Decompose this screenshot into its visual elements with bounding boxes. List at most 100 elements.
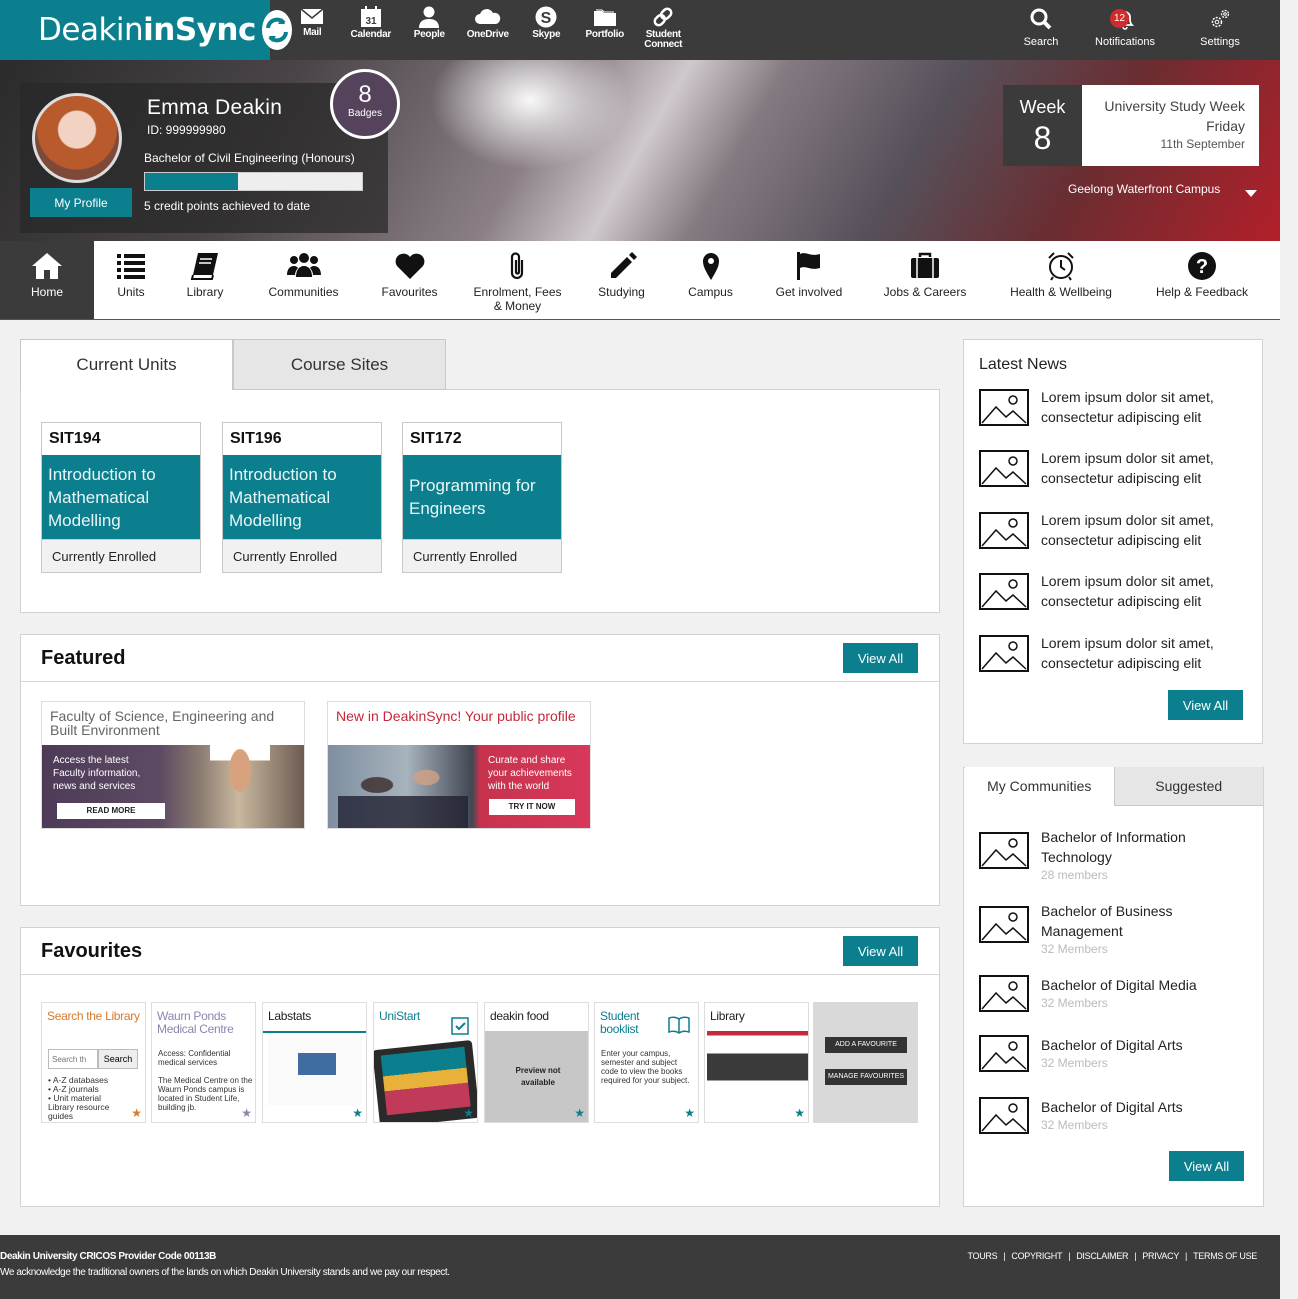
community-item[interactable]: Bachelor of Digital Media 32 Members — [979, 975, 1241, 1012]
app-portfolio[interactable]: Portfolio — [576, 6, 635, 50]
svg-text:S: S — [541, 10, 552, 27]
app-mail[interactable]: Mail — [283, 6, 342, 50]
news-item[interactable]: Lorem ipsum dolor sit amet, consectetur … — [979, 387, 1241, 427]
news-item[interactable]: Lorem ipsum dolor sit amet, consectetur … — [979, 571, 1241, 611]
flag-icon — [797, 252, 820, 280]
unit-status: Currently Enrolled — [403, 539, 561, 572]
search-button[interactable]: Search — [1011, 8, 1071, 48]
unit-code: SIT196 — [230, 430, 282, 447]
community-item[interactable]: Bachelor of Digital Arts 32 Members — [979, 1035, 1241, 1072]
star-icon[interactable]: ★ — [131, 1106, 142, 1120]
nav-jobs-careers[interactable]: Jobs & Careers — [859, 241, 991, 319]
featured-faculty-banner[interactable]: Faculty of Science, Engineering and Buil… — [41, 701, 305, 829]
star-icon[interactable]: ★ — [241, 1106, 252, 1120]
communities-view-all-button[interactable]: View All — [1169, 1151, 1244, 1181]
footer-link-copyright[interactable]: COPYRIGHT — [1011, 1251, 1062, 1261]
footer-link-privacy[interactable]: PRIVACY — [1142, 1251, 1179, 1261]
settings-button[interactable]: Settings — [1184, 8, 1256, 48]
news-view-all-button[interactable]: View All — [1168, 690, 1243, 720]
favourite-labstats[interactable]: Labstats ★ — [262, 1002, 367, 1123]
try-it-now-button[interactable]: TRY IT NOW — [489, 799, 575, 815]
community-item[interactable]: Bachelor of Information Technology 28 mem… — [979, 827, 1241, 884]
nav-home[interactable]: Home — [0, 241, 94, 319]
footer-link-tours[interactable]: TOURS — [967, 1251, 997, 1261]
read-more-button[interactable]: READ MORE — [57, 803, 165, 819]
featured-view-all-button[interactable]: View All — [843, 643, 918, 673]
featured-profile-banner[interactable]: New in DeakinSync! Your public profile C… — [327, 701, 591, 829]
help-icon: ? — [1188, 252, 1216, 280]
tab-current-units[interactable]: Current Units — [20, 339, 233, 390]
nav-campus[interactable]: Campus — [662, 241, 759, 319]
app-onedrive[interactable]: OneDrive — [459, 6, 518, 50]
member-count: 28 members — [1041, 868, 1108, 882]
favourite-library[interactable]: Library ★ — [704, 1002, 809, 1123]
favourite-search-library[interactable]: Search the Library Search • A-Z database… — [41, 1002, 146, 1123]
unit-card[interactable]: SIT172 Programming for Engineers Current… — [402, 422, 562, 573]
deakinsync-logo[interactable]: DeakininSync — [0, 0, 292, 60]
week-indicator: Week 8 University Study Week Friday 11th… — [1003, 85, 1259, 166]
svg-text:?: ? — [1196, 256, 1208, 278]
news-item[interactable]: Lorem ipsum dolor sit amet, consectetur … — [979, 633, 1241, 673]
badges-counter[interactable]: 8 Badges — [330, 69, 400, 139]
unit-status: Currently Enrolled — [223, 539, 381, 572]
app-skype[interactable]: S Skype — [517, 6, 576, 50]
library-search-button[interactable]: Search — [98, 1049, 138, 1069]
member-count: 32 Members — [1041, 1056, 1108, 1070]
person-icon — [419, 6, 440, 28]
tab-course-sites[interactable]: Course Sites — [233, 339, 446, 390]
image-placeholder-icon — [979, 1035, 1029, 1072]
nav-favourites[interactable]: Favourites — [365, 241, 454, 319]
nav-library[interactable]: Library — [168, 241, 242, 319]
community-item[interactable]: Bachelor of Digital Arts 32 Members — [979, 1097, 1241, 1134]
favourite-medical-centre[interactable]: Waurn Ponds Medical Centre Access: Confi… — [151, 1002, 256, 1123]
app-launcher: Mail 31 Calendar People OneDrive S Skype… — [283, 6, 693, 50]
community-item[interactable]: Bachelor of Business Management 32 Member… — [979, 901, 1241, 958]
news-item[interactable]: Lorem ipsum dolor sit amet, consectetur … — [979, 510, 1241, 550]
top-bar: DeakininSync Mail 31 Calendar People One… — [0, 0, 1280, 60]
study-period: University Study Week — [1104, 98, 1245, 114]
app-student-connect[interactable]: Student Connect — [634, 6, 693, 50]
star-icon[interactable]: ★ — [463, 1106, 474, 1120]
nav-communities[interactable]: Communities — [242, 241, 365, 319]
unit-title: Introduction to Mathematical Modelling — [42, 455, 200, 539]
favourite-unistart[interactable]: UniStart ★ — [373, 1002, 478, 1123]
library-search-input[interactable] — [48, 1049, 98, 1069]
nav-studying[interactable]: Studying — [581, 241, 662, 319]
member-count: 32 Members — [1041, 942, 1108, 956]
star-icon[interactable]: ★ — [352, 1106, 363, 1120]
profile-banner-image: Curate and share your achievements with … — [328, 745, 590, 828]
footer-link-disclaimer[interactable]: DISCLAIMER — [1076, 1251, 1128, 1261]
divider — [21, 681, 939, 682]
labstats-screenshot — [268, 1035, 362, 1105]
unit-card[interactable]: SIT196 Introduction to Mathematical Mode… — [222, 422, 382, 573]
nav-units[interactable]: Units — [94, 241, 168, 319]
nav-help-feedback[interactable]: ? Help & Feedback — [1131, 241, 1273, 319]
acknowledgement: We acknowledge the traditional owners of… — [0, 1267, 450, 1278]
app-calendar[interactable]: 31 Calendar — [342, 6, 401, 50]
nav-get-involved[interactable]: Get involved — [759, 241, 859, 319]
chevron-down-icon[interactable] — [1245, 190, 1257, 197]
notifications-button[interactable]: 12 Notifications — [1072, 8, 1178, 48]
campus-selector[interactable]: Geelong Waterfront Campus — [1068, 182, 1220, 196]
app-people[interactable]: People — [400, 6, 459, 50]
nav-health-wellbeing[interactable]: Health & Wellbeing — [991, 241, 1131, 319]
home-icon — [32, 253, 62, 279]
add-favourite-button[interactable]: ADD A FAVOURITE — [825, 1037, 907, 1053]
footer-links: TOURS | COPYRIGHT | DISCLAIMER | PRIVACY | T… — [967, 1251, 1257, 1261]
star-icon[interactable]: ★ — [574, 1106, 585, 1120]
tab-my-communities[interactable]: My Communities — [965, 767, 1115, 806]
favourite-deakin-food[interactable]: deakin food Preview not available ★ — [484, 1002, 589, 1123]
image-placeholder-icon — [979, 572, 1029, 610]
manage-favourites-button[interactable]: MANAGE FAVOURITES — [825, 1069, 907, 1085]
image-placeholder-icon — [979, 906, 1029, 943]
favourites-view-all-button[interactable]: View All — [843, 936, 918, 966]
nav-enrolment[interactable]: Enrolment, Fees & Money — [454, 241, 581, 319]
my-profile-button[interactable]: My Profile — [30, 188, 132, 217]
favourite-student-booklist[interactable]: Student booklist Enter your campus, seme… — [594, 1002, 699, 1123]
footer-link-terms[interactable]: TERMS OF USE — [1193, 1251, 1257, 1261]
star-icon[interactable]: ★ — [794, 1106, 805, 1120]
tab-suggested[interactable]: Suggested — [1114, 767, 1263, 806]
star-icon[interactable]: ★ — [684, 1106, 695, 1120]
news-item[interactable]: Lorem ipsum dolor sit amet, consectetur … — [979, 448, 1241, 488]
unit-card[interactable]: SIT194 Introduction to Mathematical Mode… — [41, 422, 201, 573]
